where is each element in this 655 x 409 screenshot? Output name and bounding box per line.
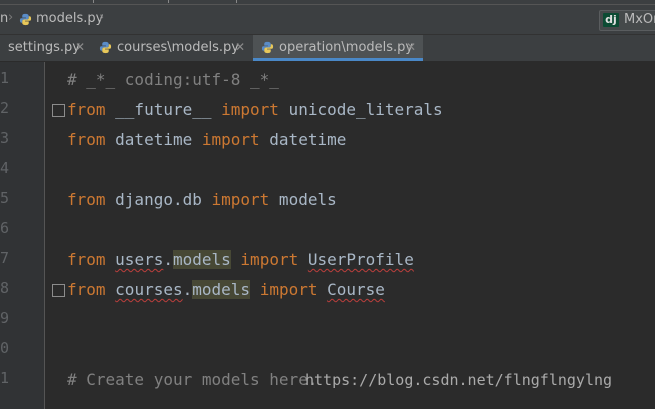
line-number: 8	[0, 279, 10, 297]
code-token: models	[172, 250, 231, 269]
tab-label: courses\models.py	[117, 40, 239, 55]
fold-marker-icon[interactable]	[52, 284, 65, 297]
code-token: import	[259, 280, 318, 299]
breadcrumb-chevron-icon: ›	[8, 10, 14, 25]
line-number: 1	[0, 69, 10, 87]
code-token: from	[67, 100, 106, 119]
run-config-label: MxOr	[624, 12, 655, 27]
close-icon[interactable]: ✕	[235, 40, 245, 54]
line-number-gutter: 1 2 3 4 5 6 7 8 9 0 1	[0, 62, 45, 409]
code-line: from __future__ import unicode_literals	[67, 99, 443, 121]
line-number: 5	[0, 189, 10, 207]
code-line: from datetime import datetime	[67, 129, 346, 151]
watermark: https://blog.csdn.net/flngflngylng	[305, 371, 613, 389]
breadcrumb-chevron-icon: ›	[99, 10, 105, 25]
code-token: # _*_ coding:utf-8 _*_	[67, 70, 279, 89]
tab-label: settings.py	[8, 40, 80, 55]
code-token: datetime	[105, 130, 202, 149]
navigation-bar: n › models.py › dj MxOr	[0, 5, 655, 35]
line-number: 2	[0, 99, 10, 117]
code-token: .	[163, 250, 173, 269]
close-icon[interactable]: ✕	[406, 40, 416, 54]
code-token: models	[192, 280, 251, 299]
python-file-icon	[99, 41, 112, 54]
divider	[93, 0, 94, 3]
tab-courses-models-py[interactable]: courses\models.py ✕	[91, 35, 253, 61]
code-token: courses	[115, 280, 183, 299]
line-number: 9	[0, 309, 10, 327]
line-number: 7	[0, 249, 10, 267]
code-token: __future__	[105, 100, 222, 119]
code-token: models	[269, 190, 337, 209]
code-line: # _*_ coding:utf-8 _*_	[67, 69, 279, 91]
code-token: # Create your models here.	[67, 370, 318, 389]
divider	[236, 0, 237, 3]
code-token: import	[201, 130, 260, 149]
close-icon[interactable]: ✕	[75, 40, 85, 54]
fold-marker-icon[interactable]	[52, 104, 65, 117]
python-file-icon	[261, 41, 274, 54]
django-run-config-selector[interactable]: dj MxOr	[599, 10, 655, 31]
code-line: from courses.models import Course	[67, 279, 385, 301]
tab-label: operation\models.py	[279, 40, 414, 55]
code-token: unicode_literals	[278, 100, 443, 119]
line-number: 3	[0, 129, 10, 147]
gutter-divider	[44, 62, 45, 409]
code-line: # Create your models here.	[67, 369, 317, 391]
code-line: from django.db import models	[67, 189, 337, 211]
breadcrumb-file[interactable]: models.py	[36, 11, 103, 26]
code-token: import	[240, 250, 299, 269]
line-number: 4	[0, 159, 10, 177]
divider	[168, 0, 169, 3]
breadcrumb-parent[interactable]: n	[0, 11, 8, 26]
code-token: django.db	[105, 190, 212, 209]
code-token: Course	[327, 280, 385, 299]
tab-settings-py[interactable]: settings.py ✕	[0, 35, 91, 61]
code-token: from	[67, 190, 106, 209]
tab-operation-models-py[interactable]: operation\models.py ✕	[253, 35, 423, 61]
line-number: 1	[0, 369, 10, 387]
code-editor[interactable]: 1 2 3 4 5 6 7 8 9 0 1 # _*_ coding:utf-8 _*_from _…	[0, 62, 655, 409]
code-token: datetime	[259, 130, 347, 149]
code-token: UserProfile	[307, 250, 414, 269]
editor-tab-bar: settings.py ✕ courses\models.py ✕ operat…	[0, 35, 655, 62]
code-token: from	[67, 130, 106, 149]
code-token: from	[67, 250, 106, 269]
code-line: from users.models import UserProfile	[67, 249, 414, 271]
django-icon: dj	[603, 13, 619, 27]
code-token: users	[115, 250, 164, 269]
line-number: 0	[0, 339, 10, 357]
code-token: import	[221, 100, 279, 119]
line-number: 6	[0, 219, 10, 237]
python-file-icon	[19, 13, 32, 26]
code-token: from	[67, 280, 106, 299]
code-token: import	[211, 190, 270, 209]
code-token: .	[182, 280, 193, 299]
